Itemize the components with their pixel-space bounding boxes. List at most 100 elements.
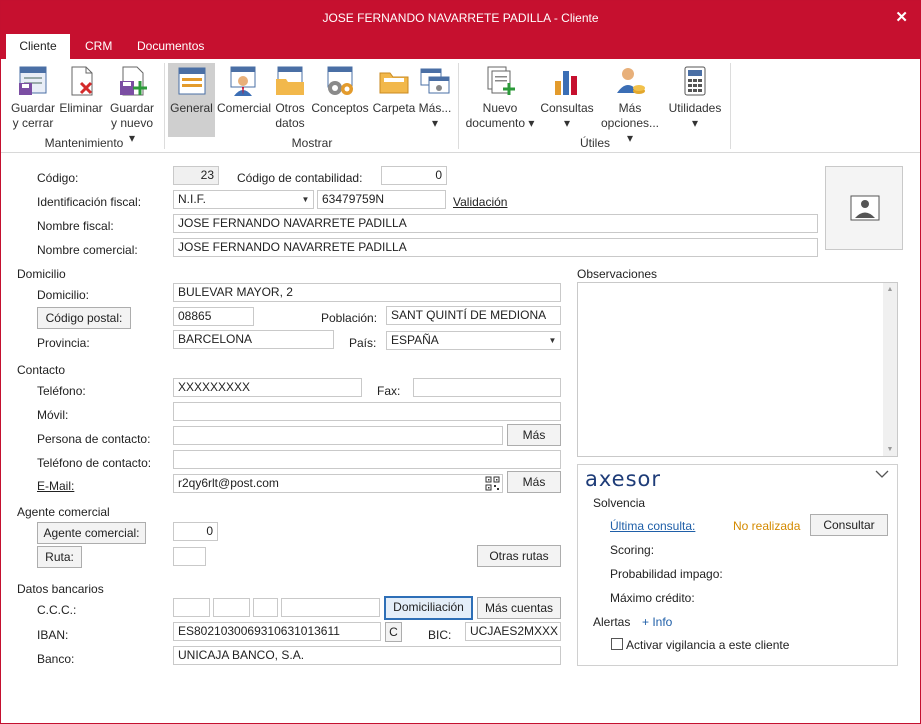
- tab-documentos[interactable]: Documentos: [125, 34, 216, 59]
- poblacion-field[interactable]: SANT QUINTÍ DE MEDIONA: [386, 306, 561, 325]
- ccc-dc-field[interactable]: [253, 598, 278, 617]
- codigo-postal-button[interactable]: Código postal:: [37, 307, 131, 329]
- max-credito-label: Máximo crédito:: [610, 591, 695, 605]
- delete-icon: [65, 65, 97, 97]
- scroll-up-icon[interactable]: ▲: [883, 286, 897, 293]
- folder-data-icon: [274, 65, 306, 97]
- general-button[interactable]: General: [168, 63, 215, 137]
- banco-label: Banco:: [37, 652, 75, 666]
- contacto-section-title: Contacto: [17, 363, 66, 377]
- fax-field[interactable]: [413, 378, 561, 397]
- vigilancia-checkbox[interactable]: [611, 638, 623, 650]
- persona-contacto-label: Persona de contacto:: [37, 432, 151, 446]
- telefono-contacto-field[interactable]: [173, 450, 561, 469]
- email-label[interactable]: E-Mail:: [37, 479, 74, 493]
- poblacion-label: Población:: [321, 311, 378, 325]
- group-utiles: Útiles: [579, 136, 610, 150]
- codigo-label: Código:: [37, 171, 79, 185]
- movil-field[interactable]: [173, 402, 561, 421]
- no-realizada-status: No realizada: [733, 519, 801, 533]
- scroll-down-icon[interactable]: ▼: [883, 446, 897, 453]
- axesor-panel: axesor Solvencia Última consulta: No rea…: [577, 464, 898, 666]
- alertas-label: Alertas: [593, 615, 631, 629]
- nombre-comercial-field[interactable]: JOSE FERNANDO NAVARRETE PADILLA: [173, 238, 818, 257]
- gears-icon: [324, 65, 356, 97]
- mas-cuentas-button[interactable]: Más cuentas: [477, 597, 561, 619]
- bic-label: BIC:: [428, 628, 452, 642]
- ccc-cuenta-field[interactable]: [281, 598, 380, 617]
- provincia-label: Provincia:: [37, 336, 90, 350]
- image-icon: [850, 195, 880, 221]
- codigo-contab-label: Código de contabilidad:: [237, 171, 363, 185]
- persona-mas-button[interactable]: Más: [507, 424, 561, 446]
- codigo-field[interactable]: 23: [173, 166, 219, 185]
- tab-cliente[interactable]: Cliente: [6, 34, 70, 59]
- ribbon-separator: [164, 63, 165, 149]
- agente-section-title: Agente comercial: [17, 505, 110, 519]
- nif-field[interactable]: 63479759N: [317, 190, 446, 209]
- delete-button[interactable]: Eliminar: [58, 63, 104, 133]
- save-close-icon: [17, 65, 49, 97]
- domicilio-field[interactable]: BULEVAR MAYOR, 2: [173, 283, 561, 302]
- validacion-link[interactable]: Validación: [453, 195, 507, 209]
- ident-fiscal-label: Identificación fiscal:: [37, 195, 142, 209]
- observaciones-label: Observaciones: [577, 267, 658, 281]
- mas-opciones-button[interactable]: Más opciones... ▾: [597, 63, 663, 145]
- ruta-button[interactable]: Ruta:: [37, 546, 82, 568]
- observaciones-textarea[interactable]: ▲ ▼: [577, 282, 898, 457]
- collapse-chevron-icon[interactable]: [875, 469, 889, 482]
- otras-rutas-button[interactable]: Otras rutas: [477, 545, 561, 567]
- agente-comercial-button[interactable]: Agente comercial:: [37, 522, 146, 544]
- provincia-field[interactable]: BARCELONA: [173, 330, 334, 349]
- utilidades-button[interactable]: Utilidades ▾: [666, 63, 724, 133]
- consultas-button[interactable]: Consultas ▾: [539, 63, 595, 133]
- nombre-fiscal-field[interactable]: JOSE FERNANDO NAVARRETE PADILLA: [173, 214, 818, 233]
- close-icon[interactable]: ✕: [895, 8, 908, 26]
- save-close-button[interactable]: Guardar y cerrar: [9, 63, 57, 133]
- email-field[interactable]: r2qy6rlt@post.com: [173, 474, 503, 493]
- persona-contacto-field[interactable]: [173, 426, 503, 445]
- nombre-comercial-label: Nombre comercial:: [37, 243, 138, 257]
- ident-type-select[interactable]: N.I.F. ▼: [173, 190, 314, 209]
- client-form: Código: 23 Código de contabilidad: 0 Ide…: [6, 154, 916, 712]
- ruta-field[interactable]: [173, 547, 206, 566]
- nuevo-documento-button[interactable]: Nuevo documento ▾: [465, 63, 535, 133]
- tab-crm[interactable]: CRM: [73, 34, 124, 59]
- telefono-contacto-label: Teléfono de contacto:: [37, 456, 152, 470]
- info-link[interactable]: + Info: [642, 615, 672, 629]
- folder-icon: [378, 65, 410, 97]
- iban-field[interactable]: ES8021030069310631013611: [173, 622, 381, 641]
- ccc-oficina-field[interactable]: [213, 598, 250, 617]
- cp-field[interactable]: 08865: [173, 307, 254, 326]
- ribbon-separator: [730, 63, 731, 149]
- more-show-button[interactable]: Más... ▾: [418, 63, 452, 133]
- ccc-label: C.C.C.:: [37, 603, 77, 617]
- otros-datos-button[interactable]: Otros datos: [271, 63, 309, 133]
- agente-field[interactable]: 0: [173, 522, 218, 541]
- ultima-consulta-link[interactable]: Última consulta:: [610, 519, 695, 533]
- photo-placeholder[interactable]: [825, 166, 903, 250]
- ribbon-separator: [458, 63, 459, 149]
- axesor-logo: axesor: [585, 467, 661, 491]
- email-mas-button[interactable]: Más: [507, 471, 561, 493]
- save-new-button[interactable]: Guardar y nuevo ▾: [107, 63, 157, 145]
- domiciliacion-button[interactable]: Domiciliación: [384, 596, 473, 620]
- qr-code-icon[interactable]: [485, 476, 500, 492]
- carpeta-button[interactable]: Carpeta: [372, 63, 416, 133]
- bancarios-section-title: Datos bancarios: [17, 582, 104, 596]
- ccc-entidad-field[interactable]: [173, 598, 210, 617]
- bic-field[interactable]: UCJAES2MXXX: [465, 622, 561, 641]
- banco-field[interactable]: UNICAJA BANCO, S.A.: [173, 646, 561, 665]
- prob-impago-label: Probabilidad impago:: [610, 567, 723, 581]
- comercial-button[interactable]: Comercial: [217, 63, 271, 133]
- consultar-button[interactable]: Consultar: [810, 514, 888, 536]
- telefono-field[interactable]: XXXXXXXXX: [173, 378, 362, 397]
- person-icon: [227, 65, 259, 97]
- conceptos-button[interactable]: Conceptos: [311, 63, 369, 133]
- person-coins-icon: [614, 65, 646, 97]
- observaciones-scrollbar[interactable]: ▲ ▼: [883, 283, 897, 456]
- pais-select[interactable]: ESPAÑA ▼: [386, 331, 561, 350]
- iban-calc-button[interactable]: C: [385, 622, 402, 642]
- codigo-contab-field[interactable]: 0: [381, 166, 447, 185]
- group-mantenimiento: Mantenimiento: [44, 136, 124, 150]
